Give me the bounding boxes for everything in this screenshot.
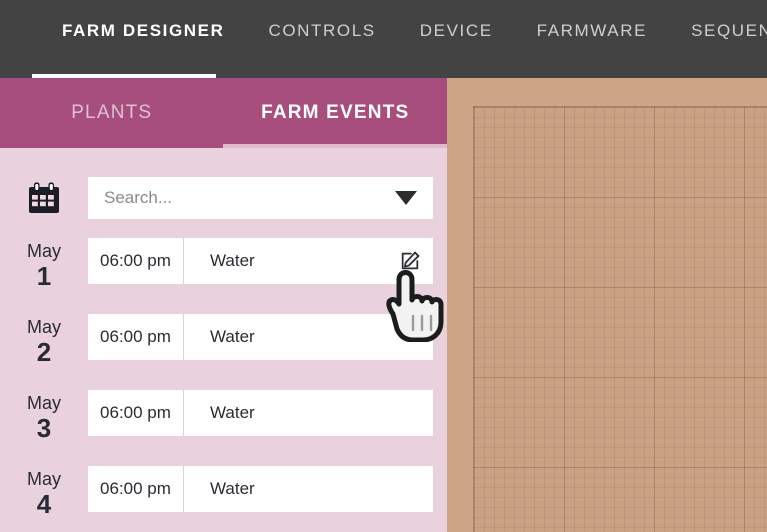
farm-events-list: May 1 06:00 pm Water May 2 06:00 pm Wate… [0,238,447,532]
search-box[interactable] [88,177,433,219]
event-date-month: May [26,393,61,413]
garden-grid[interactable] [473,106,767,532]
nav-item-controls[interactable]: CONTROLS [246,0,397,62]
event-time: 06:00 pm [88,466,184,512]
edit-pencil-icon [401,251,420,270]
tab-plants-label: PLANTS [71,102,153,123]
nav-item-device[interactable]: DEVICE [398,0,515,62]
event-date-month: May [26,317,61,337]
event-row: May 4 06:00 pm Water [0,466,447,532]
event-name: Water [210,403,255,422]
event-date-month: May [26,241,61,261]
event-row: May 1 06:00 pm Water [0,238,447,314]
event-date: May 1 [0,238,88,290]
event-card[interactable]: 06:00 pm Water [88,238,433,284]
event-row: May 2 06:00 pm Water [0,314,447,390]
event-row: May 3 06:00 pm Water [0,390,447,466]
event-time: 06:00 pm [88,238,184,284]
event-date: May 4 [0,466,88,518]
event-date: May 2 [0,314,88,366]
event-name: Water [210,327,255,346]
event-card[interactable]: 06:00 pm Water [88,466,433,512]
nav-item-label: FARM DESIGNER [62,21,225,40]
tab-plants[interactable]: PLANTS [0,78,224,148]
event-time: 06:00 pm [88,390,184,436]
event-date: May 3 [0,390,88,442]
search-input[interactable] [88,178,378,218]
event-name: Water [210,479,255,498]
nav-item-farm-designer[interactable]: FARM DESIGNER [40,0,246,62]
event-card[interactable]: 06:00 pm Water [88,314,433,360]
tab-farm-events[interactable]: FARM EVENTS [224,78,448,148]
event-time: 06:00 pm [88,314,184,360]
nav-item-label: DEVICE [419,21,493,40]
panel-subtab-bar: PLANTS FARM EVENTS [0,78,447,148]
event-date-month: May [26,469,61,489]
nav-item-sequences[interactable]: SEQUENCES [669,0,767,62]
search-row [0,170,447,226]
nav-item-farmware[interactable]: FARMWARE [515,0,669,62]
top-navigation-bar: FARM DESIGNER CONTROLS DEVICE FARMWARE S… [0,0,767,78]
top-nav-items: FARM DESIGNER CONTROLS DEVICE FARMWARE S… [0,0,767,62]
event-date-day: 3 [36,412,52,443]
farm-designer-map[interactable] [447,78,767,532]
nav-item-label: CONTROLS [268,21,376,40]
calendar-icon [29,182,59,213]
event-card[interactable]: 06:00 pm Water [88,390,433,436]
event-date-day: 4 [36,488,52,519]
app-root: FARM DESIGNER CONTROLS DEVICE FARMWARE S… [0,0,767,532]
active-subtab-underline [223,144,447,148]
farm-events-panel: PLANTS FARM EVENTS Search... May 1 06:00… [0,78,447,532]
edit-event-button[interactable] [387,250,433,272]
nav-item-label: FARMWARE [536,21,648,40]
event-date-day: 1 [36,260,52,291]
event-name: Water [210,251,255,270]
tab-farm-events-label: FARM EVENTS [261,102,410,123]
event-date-day: 2 [36,336,52,367]
caret-down-icon[interactable] [395,191,417,205]
calendar-icon-wrapper [0,181,88,215]
nav-item-label: SEQUENCES [691,21,767,40]
